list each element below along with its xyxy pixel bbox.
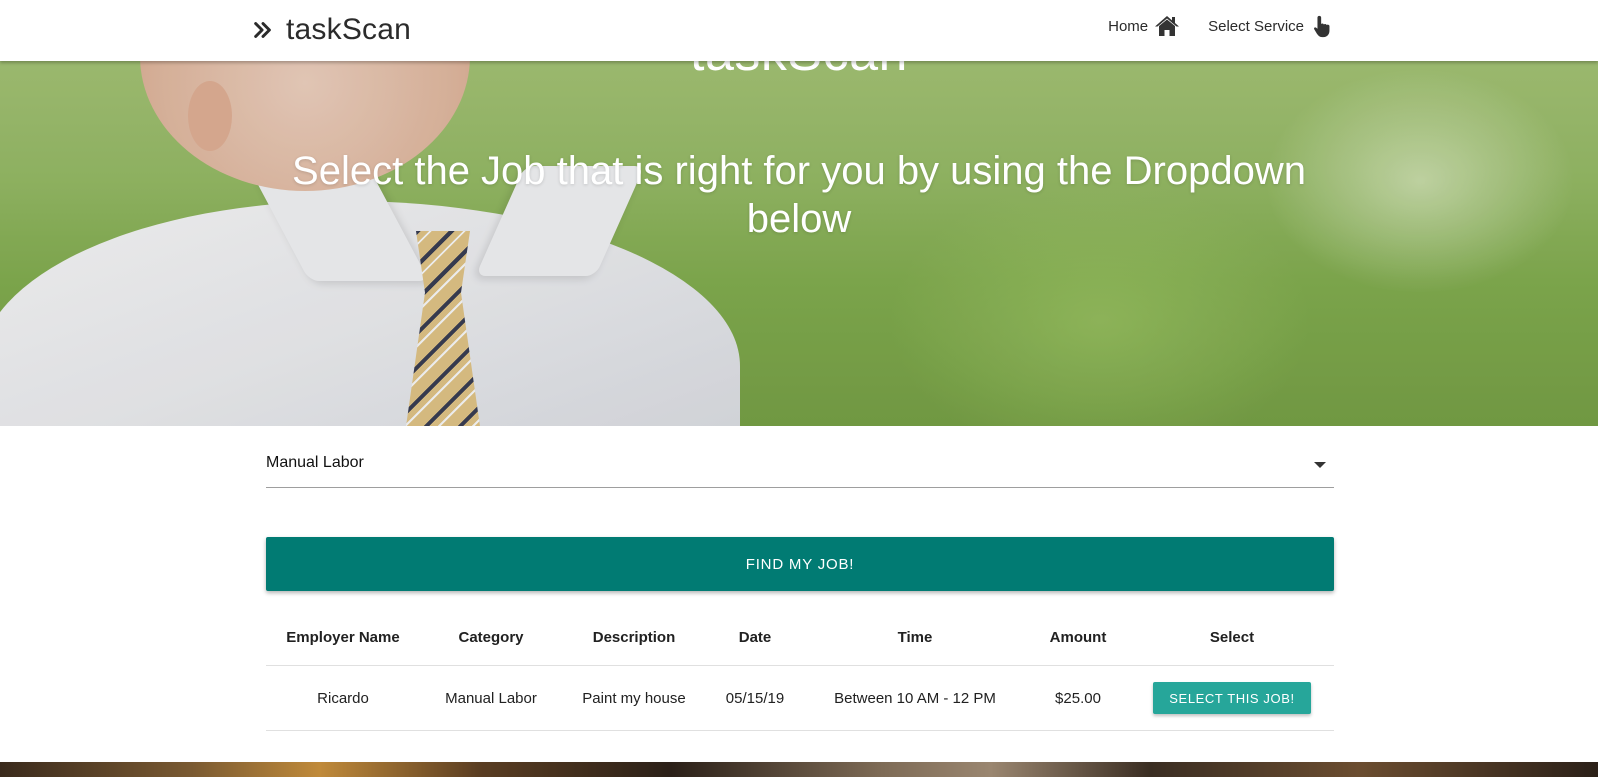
- nav-links: Home Select Service: [1108, 14, 1336, 38]
- cell-time: Between 10 AM - 12 PM: [804, 665, 1026, 731]
- column-header-amount: Amount: [1026, 610, 1130, 666]
- cell-description: Paint my house: [562, 665, 706, 731]
- column-header-date: Date: [706, 610, 804, 666]
- cell-select: SELECT THIS JOB!: [1130, 665, 1334, 731]
- find-my-job-button[interactable]: FIND MY JOB!: [266, 537, 1334, 591]
- select-this-job-button[interactable]: SELECT THIS JOB!: [1153, 682, 1311, 714]
- footer-image-strip: [0, 762, 1598, 777]
- hero-title: taskScan: [0, 61, 1598, 83]
- jobs-table: Employer Name Category Description Date …: [266, 610, 1334, 731]
- column-header-time: Time: [804, 610, 1026, 666]
- job-category-selected-value: Manual Labor: [266, 454, 364, 471]
- home-icon: [1155, 16, 1180, 36]
- table-row: Ricardo Manual Labor Paint my house 05/1…: [266, 665, 1334, 731]
- cell-date: 05/15/19: [706, 665, 804, 731]
- cell-category: Manual Labor: [420, 665, 562, 731]
- nav-select-service-link[interactable]: Select Service: [1208, 14, 1336, 38]
- column-header-employer-name: Employer Name: [266, 610, 420, 666]
- column-header-category: Category: [420, 610, 562, 666]
- nav-home-label: Home: [1108, 17, 1149, 35]
- navbar: taskScan Home Select Service: [0, 0, 1598, 61]
- hero-subtitle: Select the Job that is right for you by …: [292, 149, 1306, 241]
- table-header-row: Employer Name Category Description Date …: [266, 610, 1334, 666]
- brand-name: taskScan: [286, 13, 411, 46]
- brand-logo-link[interactable]: taskScan: [252, 10, 411, 50]
- column-header-description: Description: [562, 610, 706, 666]
- nav-home-link[interactable]: Home: [1108, 14, 1180, 38]
- column-header-select: Select: [1130, 610, 1334, 666]
- caret-down-icon: [1314, 462, 1326, 468]
- hero-banner: taskScan Select the Job that is right fo…: [0, 61, 1598, 426]
- cell-amount: $25.00: [1026, 665, 1130, 731]
- cell-employer-name: Ricardo: [266, 665, 420, 731]
- job-category-dropdown[interactable]: Manual Labor: [266, 440, 1334, 488]
- hero-overlay: [0, 61, 1598, 426]
- double-chevron-right-icon: [254, 22, 271, 38]
- hand-pointer-icon: [1314, 15, 1330, 38]
- nav-select-service-label: Select Service: [1208, 17, 1304, 35]
